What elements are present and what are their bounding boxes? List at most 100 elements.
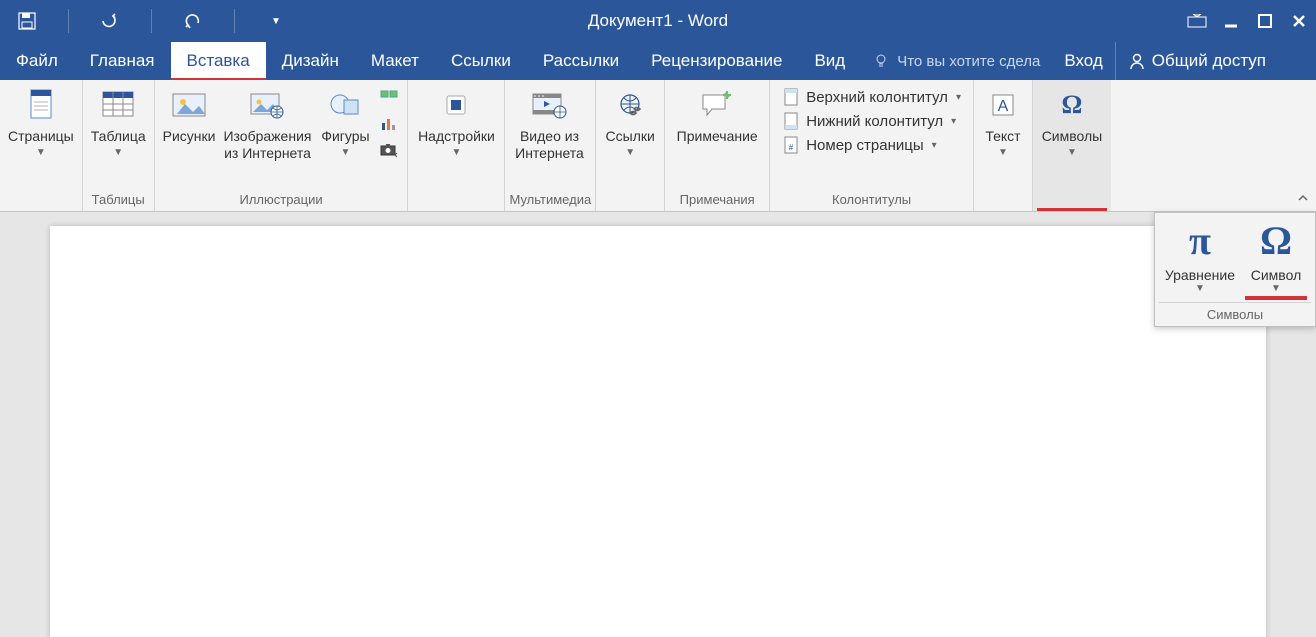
- symbol-label: Символ: [1251, 267, 1301, 283]
- tab-layout[interactable]: Макет: [355, 42, 435, 80]
- pictures-label: Рисунки: [163, 128, 216, 145]
- page-number-button[interactable]: # Номер страницы ▾: [780, 134, 963, 156]
- equation-button[interactable]: π Уравнение ▼: [1159, 217, 1241, 298]
- save-icon: [18, 12, 36, 30]
- close-icon: [1291, 13, 1307, 29]
- omega-icon: Ω: [1062, 86, 1083, 124]
- ribbon-insert: Страницы ▼ Таблица ▼ Таблицы Рис: [0, 80, 1316, 212]
- links-button[interactable]: Ссылки ▼: [600, 84, 660, 161]
- chevron-down-icon: ▾: [951, 116, 956, 127]
- tab-label: Макет: [371, 51, 419, 71]
- tab-label: Главная: [90, 51, 155, 71]
- chevron-down-icon: ▼: [341, 147, 351, 159]
- online-picture-icon: [249, 86, 285, 124]
- chevron-down-icon: ▾: [956, 92, 961, 103]
- chart-button[interactable]: [377, 112, 401, 136]
- document-page[interactable]: [50, 226, 1266, 637]
- ribbon-tabs: Файл Главная Вставка Дизайн Макет Ссылки…: [0, 42, 1316, 80]
- table-button[interactable]: Таблица ▼: [87, 84, 150, 161]
- chevron-down-icon: ▾: [932, 140, 937, 151]
- tell-me-search[interactable]: Что вы хотите сдела: [861, 42, 1052, 80]
- title-bar: ▼ Документ1 - Word: [0, 0, 1316, 42]
- text-label: Текст: [985, 128, 1020, 145]
- chevron-down-icon: ▼: [113, 147, 123, 159]
- collapse-ribbon-button[interactable]: [1294, 189, 1312, 207]
- addins-button[interactable]: Надстройки ▼: [412, 84, 500, 161]
- group-symbols: Ω Символы ▼: [1033, 80, 1111, 211]
- tab-label: Вид: [814, 51, 845, 71]
- symbols-dropdown: π Уравнение ▼ Ω Символ ▼ Символы: [1154, 212, 1316, 327]
- shapes-button[interactable]: Фигуры ▼: [315, 84, 375, 161]
- tab-design[interactable]: Дизайн: [266, 42, 355, 80]
- tab-review[interactable]: Рецензирование: [635, 42, 798, 80]
- tab-mailings[interactable]: Рассылки: [527, 42, 635, 80]
- online-video-label: Видео изИнтернета: [515, 128, 584, 162]
- close-button[interactable]: [1282, 0, 1316, 42]
- group-label: [600, 190, 660, 211]
- tab-file[interactable]: Файл: [0, 42, 74, 80]
- chevron-up-icon: [1297, 192, 1309, 204]
- textbox-icon: A: [990, 86, 1016, 124]
- group-label: [4, 190, 78, 211]
- pages-label: Страницы: [8, 128, 74, 145]
- share-label: Общий доступ: [1152, 51, 1266, 71]
- footer-icon: [782, 112, 800, 130]
- store-icon: [441, 86, 471, 124]
- header-button[interactable]: Верхний колонтитул ▾: [780, 86, 963, 108]
- page-icon: [27, 86, 55, 124]
- online-video-button[interactable]: Видео изИнтернета: [509, 84, 589, 164]
- symbol-button[interactable]: Ω Символ ▼: [1241, 217, 1311, 298]
- group-illustrations: Рисунки Изображенияиз Интернета Фигуры ▼: [155, 80, 409, 211]
- ribbon-display-options-icon: [1187, 14, 1207, 28]
- save-button[interactable]: [10, 0, 44, 42]
- group-label: Иллюстрации: [159, 190, 404, 211]
- tell-me-placeholder: Что вы хотите сдела: [897, 53, 1040, 70]
- svg-text:A: A: [998, 98, 1009, 115]
- document-area[interactable]: [0, 212, 1316, 637]
- tab-home[interactable]: Главная: [74, 42, 171, 80]
- pi-icon: π: [1189, 221, 1211, 265]
- tab-view[interactable]: Вид: [798, 42, 861, 80]
- restore-button[interactable]: [1248, 0, 1282, 42]
- table-label: Таблица: [91, 128, 146, 145]
- pages-button[interactable]: Страницы ▼: [4, 84, 78, 161]
- smartart-button[interactable]: [377, 86, 401, 110]
- chevron-down-icon: ▼: [625, 147, 635, 159]
- table-icon: [101, 86, 135, 124]
- picture-icon: [171, 86, 207, 124]
- group-links: Ссылки ▼: [596, 80, 665, 211]
- tab-label: Рецензирование: [651, 51, 782, 71]
- hyperlink-icon: [615, 86, 645, 124]
- group-text: A Текст ▼: [974, 80, 1033, 211]
- minimize-button[interactable]: [1214, 0, 1248, 42]
- group-tables: Таблица ▼ Таблицы: [83, 80, 155, 211]
- symbols-button[interactable]: Ω Символы ▼: [1037, 84, 1107, 161]
- chevron-down-icon: ▼: [1195, 283, 1205, 294]
- sign-in-label: Вход: [1064, 51, 1102, 71]
- sign-in-button[interactable]: Вход: [1052, 42, 1114, 80]
- customize-qat-button[interactable]: ▼: [259, 0, 293, 42]
- share-button[interactable]: Общий доступ: [1115, 42, 1278, 80]
- undo-icon: [99, 12, 121, 30]
- redo-button[interactable]: [176, 0, 210, 42]
- separator: [151, 9, 152, 33]
- tab-references[interactable]: Ссылки: [435, 42, 527, 80]
- undo-button[interactable]: [93, 0, 127, 42]
- header-label: Верхний колонтитул: [806, 89, 948, 106]
- symbols-label: Символы: [1042, 128, 1103, 145]
- video-icon: [530, 86, 568, 124]
- separator: [68, 9, 69, 33]
- pictures-button[interactable]: Рисунки: [159, 84, 220, 147]
- group-addins: Надстройки ▼: [408, 80, 505, 211]
- footer-button[interactable]: Нижний колонтитул ▾: [780, 110, 963, 132]
- online-pictures-button[interactable]: Изображенияиз Интернета: [219, 84, 315, 164]
- tab-insert[interactable]: Вставка: [171, 42, 266, 80]
- comment-button[interactable]: Примечание: [669, 84, 765, 147]
- ribbon-display-options-button[interactable]: [1180, 0, 1214, 42]
- tab-label: Файл: [16, 51, 58, 71]
- group-label: Мультимедиа: [509, 190, 591, 211]
- window-controls: [1180, 0, 1316, 42]
- screenshot-button[interactable]: [377, 138, 401, 162]
- text-button[interactable]: A Текст ▼: [978, 84, 1028, 161]
- group-comments: Примечание Примечания: [665, 80, 770, 211]
